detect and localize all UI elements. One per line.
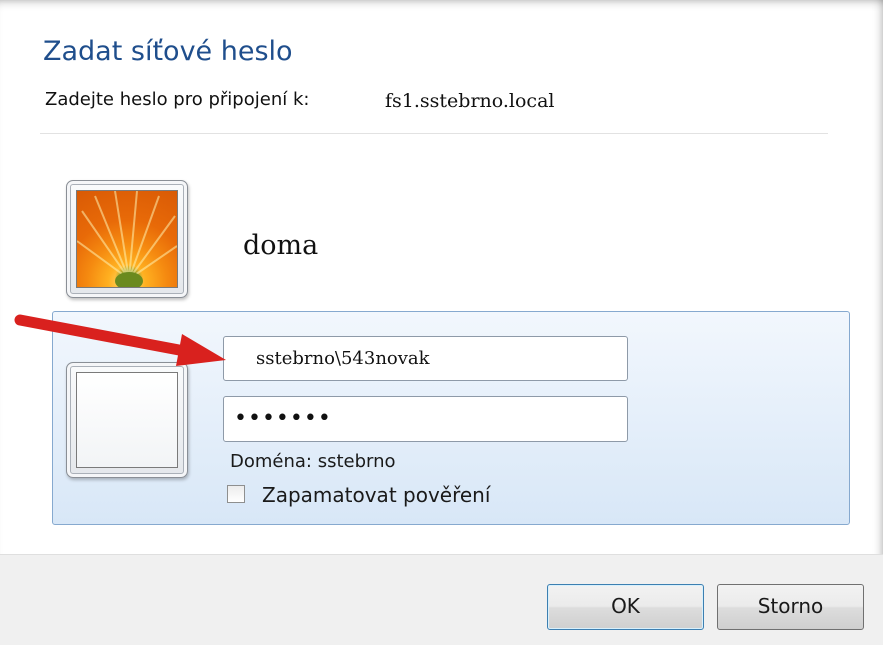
credential-user-tile: [66, 362, 188, 478]
dialog-title: Zadat síťové heslo: [43, 36, 293, 67]
saved-account-tile[interactable]: [66, 180, 188, 298]
username-value: sstebrno\543novak: [256, 348, 430, 369]
remember-credentials-label[interactable]: Zapamatovat pověření: [262, 483, 490, 507]
password-input[interactable]: •••••••: [223, 396, 628, 442]
server-name: fs1.sstebrno.local: [385, 90, 555, 112]
password-mask: •••••••: [234, 406, 332, 431]
blank-avatar-icon: [76, 372, 178, 468]
cancel-button[interactable]: Storno: [717, 584, 864, 630]
red-arrow-annotation: [14, 314, 226, 366]
domain-label: Doména: sstebrno: [230, 451, 396, 472]
username-input[interactable]: sstebrno\543novak: [223, 336, 628, 381]
separator: [40, 133, 828, 134]
network-password-dialog: Zadat síťové heslo Zadejte heslo pro při…: [0, 0, 883, 645]
connect-to-label: Zadejte heslo pro připojení k:: [45, 89, 310, 110]
flower-avatar-icon: [76, 190, 178, 288]
saved-account-name: doma: [243, 230, 319, 261]
remember-credentials-checkbox[interactable]: [227, 485, 245, 503]
ok-button[interactable]: OK: [547, 584, 704, 630]
